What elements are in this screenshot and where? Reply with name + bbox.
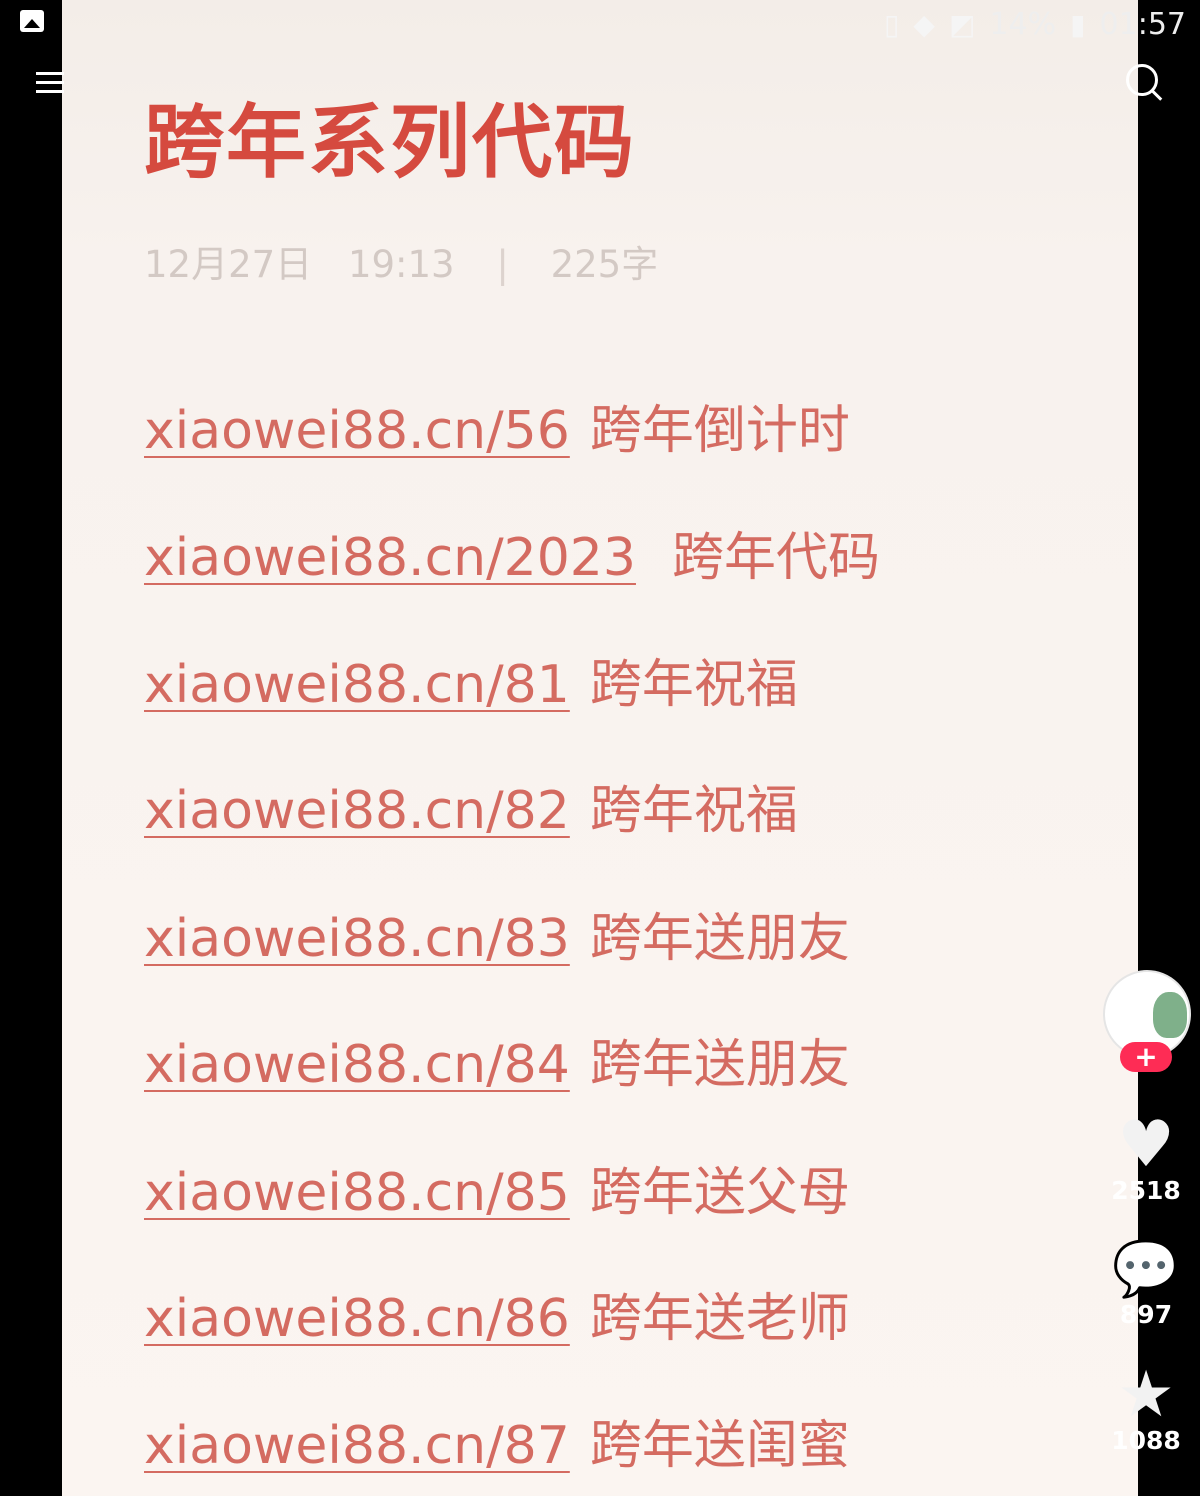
code-link[interactable]: xiaowei88.cn/82 [144,781,570,841]
list-item: xiaowei88.cn/82 跨年祝福 [144,768,798,841]
list-item: xiaowei88.cn/85 跨年送父母 [144,1150,850,1223]
note-image [62,0,1138,1496]
list-item: xiaowei88.cn/86 跨年送老师 [144,1276,850,1349]
note-date: 12月27日 [144,243,313,286]
code-link[interactable]: xiaowei88.cn/87 [144,1416,570,1476]
status-bar: ▯ ◆ ◩ 14% ▮ 01:57 [0,0,1200,50]
menu-icon[interactable] [36,66,64,100]
heart-icon[interactable]: ♥ [1100,1110,1192,1180]
meta-separator: | [496,243,509,286]
code-link[interactable]: xiaowei88.cn/81 [144,655,570,715]
search-icon[interactable] [1126,64,1158,96]
comment-count: 897 [1119,1300,1173,1329]
code-link[interactable]: xiaowei88.cn/56 [144,401,570,461]
comment-icon[interactable]: 💬 [1100,1234,1192,1304]
list-item: xiaowei88.cn/56 跨年倒计时 [144,388,850,461]
code-description: 跨年送闺蜜 [589,1416,850,1476]
code-description: 跨年倒计时 [589,401,850,461]
code-link[interactable]: xiaowei88.cn/2023 [144,528,636,588]
code-link[interactable]: xiaowei88.cn/84 [144,1035,570,1095]
note-word-count: 225字 [550,243,659,286]
battery-percent: 14% [989,6,1057,42]
follow-button[interactable]: + [1120,1042,1172,1072]
list-item: xiaowei88.cn/81 跨年祝福 [144,642,798,715]
code-description: 跨年祝福 [589,655,798,715]
avatar-figure [1153,992,1187,1038]
note-title: 跨年系列代码 [144,96,636,189]
note-meta: 12月27日 19:13 | 225字 [144,234,658,288]
battery-icon: ▮ [1070,7,1086,41]
list-item: xiaowei88.cn/87 跨年送闺蜜 [144,1403,850,1476]
favorite-count: 1088 [1111,1426,1181,1455]
list-item: xiaowei88.cn/2023 跨年代码 [144,515,880,588]
code-description: 跨年送朋友 [589,909,850,969]
code-link[interactable]: xiaowei88.cn/85 [144,1163,570,1223]
wifi-icon: ◆ [913,7,935,41]
vibrate-icon: ▯ [883,7,900,41]
note-time: 19:13 [347,243,455,286]
code-description: 跨年送父母 [589,1163,850,1223]
code-description: 跨年送老师 [589,1289,850,1349]
code-description: 跨年祝福 [589,781,798,841]
code-link[interactable]: xiaowei88.cn/86 [144,1289,570,1349]
list-item: xiaowei88.cn/84 跨年送朋友 [144,1022,850,1095]
like-action[interactable]: ♥ 2518 [1100,1110,1192,1205]
favorite-action[interactable]: ★ 1088 [1100,1360,1192,1455]
gallery-icon [20,10,44,32]
like-count: 2518 [1111,1176,1181,1205]
code-link[interactable]: xiaowei88.cn/83 [144,909,570,969]
code-description: 跨年代码 [671,528,880,588]
no-sim-icon: ◩ [948,7,976,41]
status-right: ▯ ◆ ◩ 14% ▮ 01:57 [884,4,1186,44]
list-item: xiaowei88.cn/83 跨年送朋友 [144,896,850,969]
comment-action[interactable]: 💬 897 [1100,1234,1192,1329]
clock: 01:57 [1099,6,1186,42]
star-icon[interactable]: ★ [1100,1360,1192,1430]
code-description: 跨年送朋友 [589,1035,850,1095]
